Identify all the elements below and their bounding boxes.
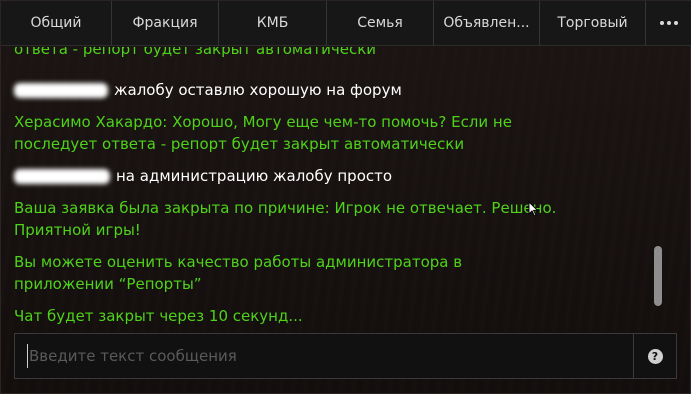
redacted-sender bbox=[14, 169, 110, 184]
scrollbar-thumb[interactable] bbox=[654, 246, 662, 306]
more-tabs-button[interactable] bbox=[646, 1, 691, 45]
tab-family[interactable]: Семья bbox=[327, 1, 434, 45]
message-text: Чат будет закрыт через 10 секунд... bbox=[14, 307, 303, 325]
message-text: Херасимо Хакардо: Хорошо, Могу еще чем-т… bbox=[14, 113, 512, 153]
message-text: жалобу оставлю хорошую на форум bbox=[114, 81, 402, 99]
message-list: ответа - репорт будет закрыт автоматичес… bbox=[1, 46, 691, 332]
message-line: Ваша заявка была закрыта по причине: Игр… bbox=[14, 197, 574, 241]
message-text: Вы можете оценить качество работы админи… bbox=[14, 253, 463, 293]
message-line: жалобу оставлю хорошую на форум bbox=[14, 79, 574, 101]
message-line: ответа - репорт будет закрыт автоматичес… bbox=[14, 47, 574, 67]
message-text: на администрацию жалобу просто bbox=[116, 167, 393, 185]
tab-bar: Общий Фракция КМБ Семья Объявлен... Торг… bbox=[1, 1, 691, 46]
message-line: Чат будет закрыт через 10 секунд... bbox=[14, 305, 574, 327]
message-input[interactable] bbox=[27, 344, 633, 368]
tab-faction[interactable]: Фракция bbox=[112, 1, 219, 45]
tab-trade[interactable]: Торговый bbox=[540, 1, 646, 45]
message-line: Вы можете оценить качество работы админи… bbox=[14, 251, 484, 295]
chat-window: Общий Фракция КМБ Семья Объявлен... Торг… bbox=[0, 0, 691, 394]
tab-general[interactable]: Общий bbox=[1, 1, 112, 45]
tab-kmb[interactable]: КМБ bbox=[219, 1, 327, 45]
question-icon: ? bbox=[647, 348, 663, 364]
help-button[interactable]: ? bbox=[633, 334, 676, 378]
ellipsis-icon bbox=[660, 21, 678, 25]
redacted-sender bbox=[14, 83, 108, 98]
message-line: на администрацию жалобу просто bbox=[14, 165, 574, 187]
message-line: Херасимо Хакардо: Хорошо, Могу еще чем-т… bbox=[14, 111, 534, 155]
tab-ads[interactable]: Объявлен... bbox=[434, 1, 540, 45]
message-input-box: ? bbox=[14, 333, 677, 379]
message-text: ответа - репорт будет закрыт автоматичес… bbox=[14, 47, 377, 58]
mouse-pointer-icon bbox=[528, 201, 539, 217]
message-text: Ваша заявка была закрыта по причине: Игр… bbox=[14, 199, 557, 239]
